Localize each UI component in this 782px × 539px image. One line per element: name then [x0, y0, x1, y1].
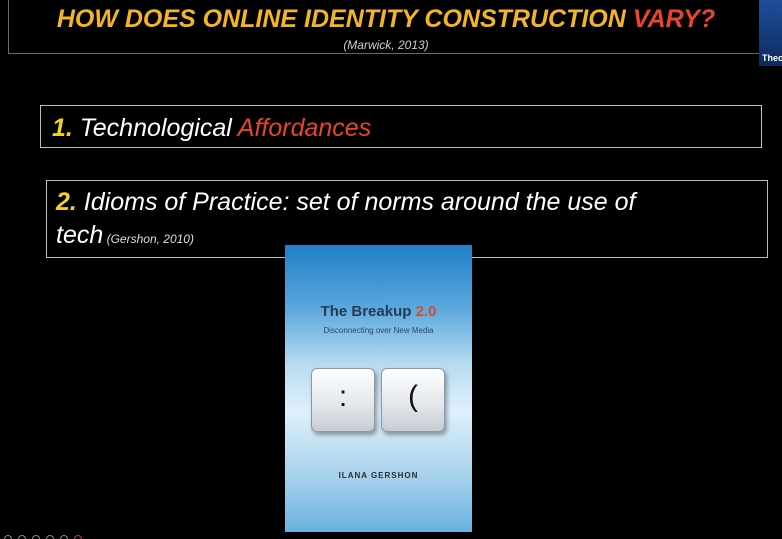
colon-key: : — [311, 368, 375, 432]
point-1-box: 1. Technological Affordances — [40, 105, 762, 148]
parenthesis-key: ( — [381, 368, 445, 432]
subtitles-icon[interactable] — [60, 535, 68, 539]
title-accent: VARY? — [632, 5, 716, 33]
slide-citation: (Marwick, 2013) — [343, 38, 429, 52]
book-author: ILANA GERSHON — [338, 471, 419, 480]
point-2-number: 2. — [56, 188, 77, 216]
zoom-icon[interactable] — [46, 535, 54, 539]
point-1-text: 1. Technological Affordances — [52, 114, 371, 143]
point-2-line-1: 2. Idioms of Practice: set of norms arou… — [56, 188, 635, 217]
point-1-accent: Affordances — [237, 114, 372, 142]
slides-icon[interactable] — [32, 535, 40, 539]
book-cover-image: The Breakup 2.0 Disconnecting over New M… — [285, 245, 472, 532]
presentation-toolbar — [0, 534, 140, 539]
point-1-label: Technological — [72, 114, 238, 142]
participant-name: Theo — [762, 53, 782, 63]
point-2-citation: (Gershon, 2010) — [103, 232, 194, 246]
book-subtitle: Disconnecting over New Media — [323, 326, 434, 335]
point-1-number: 1. — [52, 114, 73, 142]
book-title: The Breakup 2.0 — [285, 303, 472, 320]
title-text: HOW DOES ONLINE IDENTITY CONSTRUCTION — [56, 5, 633, 33]
slide-title: HOW DOES ONLINE IDENTITY CONSTRUCTION VA… — [9, 5, 763, 34]
point-2-line-2: tech (Gershon, 2010) — [56, 221, 194, 250]
point-2-label: Idioms of Practice: set of norms around … — [76, 188, 636, 216]
point-2-line-2-text: tech — [56, 221, 104, 249]
record-icon[interactable] — [74, 535, 82, 539]
previous-icon[interactable] — [4, 535, 12, 539]
book-title-text: The Breakup — [320, 303, 416, 320]
slide-title-box: HOW DOES ONLINE IDENTITY CONSTRUCTION VA… — [8, 0, 764, 54]
pen-icon[interactable] — [18, 535, 26, 539]
book-title-accent: 2.0 — [415, 303, 437, 320]
